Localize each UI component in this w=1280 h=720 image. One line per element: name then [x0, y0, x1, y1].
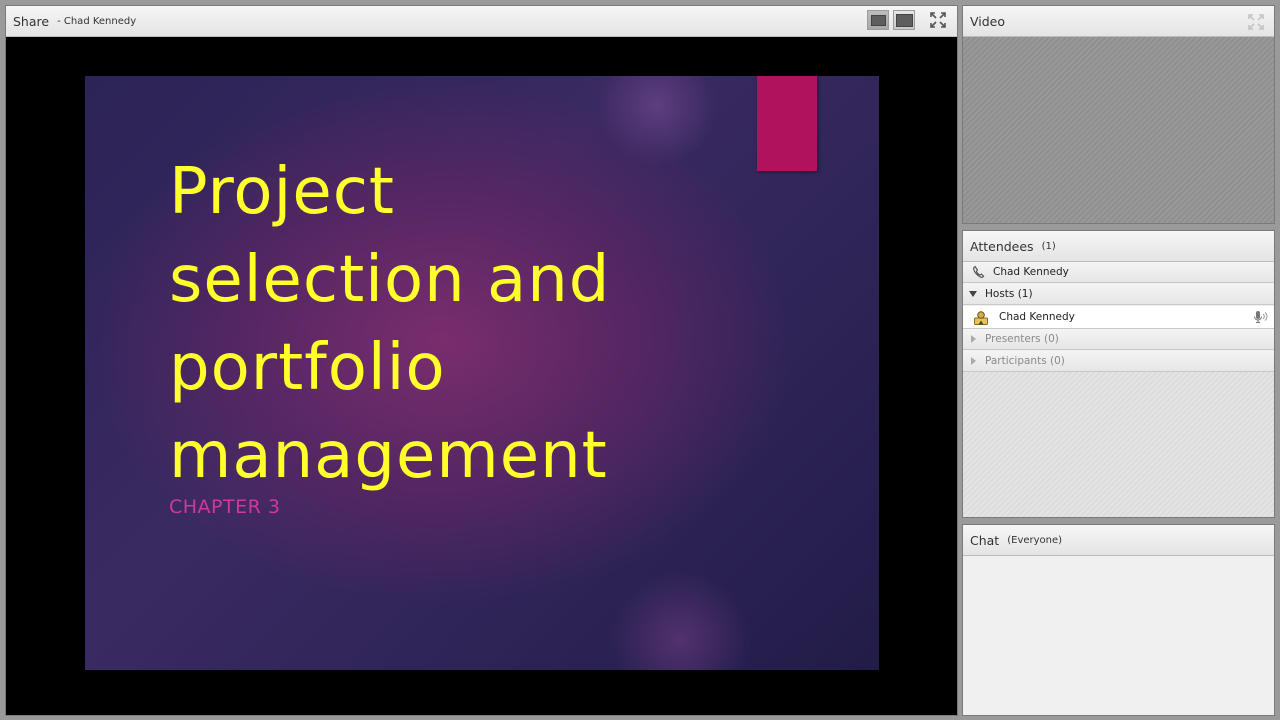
video-pod: Video: [962, 5, 1275, 224]
group-presenters-label: Presenters (0): [985, 333, 1059, 345]
host-user-icon: [973, 309, 989, 325]
group-hosts-label: Hosts (1): [985, 288, 1033, 300]
fullscreen-icon: [930, 12, 946, 28]
attendees-pod-title: Attendees: [970, 238, 1034, 254]
video-pod-header: Video: [963, 6, 1274, 37]
chat-pod-header: Chat (Everyone): [963, 525, 1274, 556]
group-participants[interactable]: Participants (0): [963, 351, 1274, 372]
phone-icon: [971, 264, 987, 280]
group-participants-label: Participants (0): [985, 355, 1065, 367]
share-pod: Share - Chad Kennedy Project selection a…: [5, 5, 958, 716]
screen-view-icon: [870, 14, 886, 26]
group-presenters[interactable]: Presenters (0): [963, 329, 1274, 350]
share-presenter-name: - Chad Kennedy: [57, 15, 137, 27]
expand-arrow-icon: [971, 335, 976, 343]
chat-pod-title: Chat: [970, 532, 1000, 548]
attendees-count: (1): [1041, 240, 1056, 252]
chat-message-area[interactable]: [963, 556, 1274, 715]
phone-user-row[interactable]: Chad Kennedy: [963, 262, 1274, 283]
share-view-controls: [867, 10, 949, 30]
share-pod-title: Share: [13, 13, 50, 29]
expand-arrow-icon: [971, 357, 976, 365]
fit-view-button[interactable]: [867, 10, 889, 30]
host-user-name: Chad Kennedy: [999, 311, 1075, 323]
screen-actual-icon: [895, 13, 913, 27]
phone-user-name: Chad Kennedy: [993, 266, 1069, 278]
host-user-row[interactable]: Chad Kennedy: [963, 306, 1274, 329]
slide-title: Project selection and portfolio manageme…: [169, 155, 611, 493]
group-hosts[interactable]: Hosts (1): [963, 284, 1274, 305]
video-area: [963, 37, 1274, 223]
video-pod-title: Video: [970, 13, 1006, 29]
microphone-icon: [1254, 311, 1268, 323]
collapse-arrow-icon: [969, 291, 977, 297]
attendees-pod: Attendees (1) Chad Kennedy Hosts (1) Cha…: [962, 230, 1275, 518]
fullscreen-button[interactable]: [927, 10, 949, 30]
attendees-list-empty-area: [963, 372, 1274, 517]
slide-subtitle: CHAPTER 3: [169, 496, 281, 518]
chat-pod: Chat (Everyone): [962, 524, 1275, 716]
expand-icon[interactable]: [1248, 14, 1264, 30]
actual-size-button[interactable]: [893, 10, 915, 30]
chat-scope: (Everyone): [1007, 534, 1063, 546]
attendees-pod-header: Attendees (1): [963, 231, 1274, 262]
share-pod-header: Share - Chad Kennedy: [6, 6, 957, 37]
share-content-area: Project selection and portfolio manageme…: [6, 37, 957, 715]
presentation-slide: Project selection and portfolio manageme…: [85, 76, 879, 670]
